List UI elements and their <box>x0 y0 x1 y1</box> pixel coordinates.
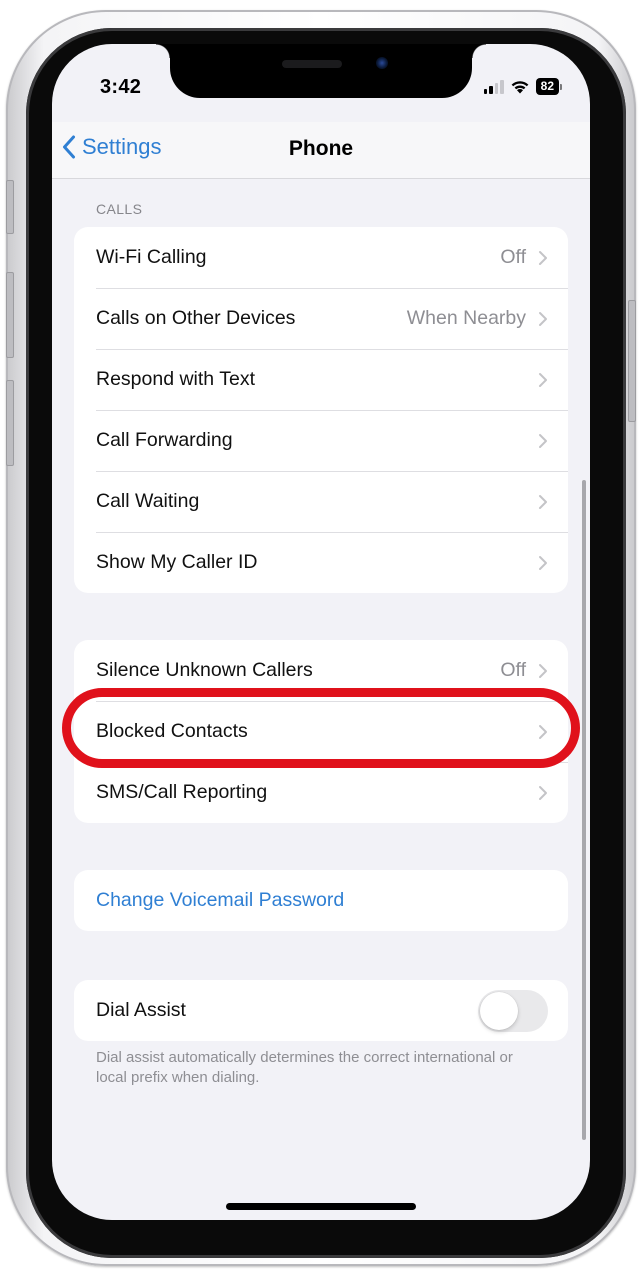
chevron-right-icon <box>539 311 547 326</box>
blocking-group: Silence Unknown Callers Off Blocked Cont… <box>74 640 568 823</box>
row-silence-unknown-callers[interactable]: Silence Unknown Callers Off <box>74 640 568 701</box>
status-time: 3:42 <box>100 76 142 98</box>
phone-screen: 3:42 82 Settings Phone CALLS Wi-Fi Calli… <box>52 44 590 1220</box>
navigation-bar: Settings Phone <box>52 122 590 179</box>
row-calls-on-other-devices[interactable]: Calls on Other Devices When Nearby <box>74 288 568 349</box>
volume-down-button <box>6 380 14 466</box>
row-label: Change Voicemail Password <box>96 889 345 911</box>
home-indicator[interactable] <box>226 1203 416 1210</box>
section-header-calls: CALLS <box>96 201 143 217</box>
chevron-right-icon <box>539 494 547 509</box>
row-label: Calls on Other Devices <box>96 307 296 329</box>
battery-cap <box>560 83 562 90</box>
battery-percent: 82 <box>535 78 559 95</box>
row-call-waiting[interactable]: Call Waiting <box>74 471 568 532</box>
chevron-right-icon <box>539 433 547 448</box>
power-button <box>628 300 636 422</box>
chevron-right-icon <box>539 555 547 570</box>
row-label: Call Waiting <box>96 490 200 512</box>
row-label: Respond with Text <box>96 368 255 390</box>
chevron-right-icon <box>539 250 547 265</box>
chevron-right-icon <box>539 785 547 800</box>
scrollbar[interactable] <box>582 480 586 1140</box>
row-label: Show My Caller ID <box>96 551 258 573</box>
front-camera <box>376 57 388 69</box>
volume-up-button <box>6 272 14 358</box>
row-respond-with-text[interactable]: Respond with Text <box>74 349 568 410</box>
dial-assist-footer: Dial assist automatically determines the… <box>96 1049 513 1086</box>
row-wifi-calling[interactable]: Wi-Fi Calling Off <box>74 227 568 288</box>
row-show-my-caller-id[interactable]: Show My Caller ID <box>74 532 568 593</box>
dial-assist-group: Dial Assist <box>74 980 568 1041</box>
row-label: Call Forwarding <box>96 429 233 451</box>
status-indicators: 82 <box>483 78 562 95</box>
row-blocked-contacts[interactable]: Blocked Contacts <box>74 701 568 762</box>
row-label: Silence Unknown Callers <box>96 659 313 681</box>
row-label: Blocked Contacts <box>96 720 248 742</box>
battery-indicator: 82 <box>535 78 562 95</box>
earpiece-speaker <box>282 60 342 68</box>
chevron-right-icon <box>539 663 547 678</box>
action-button <box>6 180 14 234</box>
change-voicemail-password-button[interactable]: Change Voicemail Password <box>74 870 568 931</box>
page-title: Phone <box>288 137 354 160</box>
row-value: When Nearby <box>406 307 526 329</box>
row-sms-call-reporting[interactable]: SMS/Call Reporting <box>74 762 568 823</box>
row-dial-assist: Dial Assist <box>74 980 568 1041</box>
row-call-forwarding[interactable]: Call Forwarding <box>74 410 568 471</box>
voicemail-group: Change Voicemail Password <box>74 870 568 931</box>
toggle-knob <box>480 991 518 1030</box>
chevron-right-icon <box>539 372 547 387</box>
dial-assist-toggle[interactable] <box>478 989 548 1032</box>
calls-group: Wi-Fi Calling Off Calls on Other Devices… <box>74 227 568 593</box>
row-label: SMS/Call Reporting <box>96 781 268 803</box>
row-value: Off <box>500 659 526 681</box>
notch <box>156 44 486 98</box>
row-label: Wi-Fi Calling <box>96 246 207 268</box>
wifi-icon <box>511 81 529 94</box>
row-label: Dial Assist <box>96 999 186 1021</box>
row-value: Off <box>500 246 526 268</box>
cellular-signal-icon <box>483 79 504 94</box>
chevron-right-icon <box>539 724 547 739</box>
